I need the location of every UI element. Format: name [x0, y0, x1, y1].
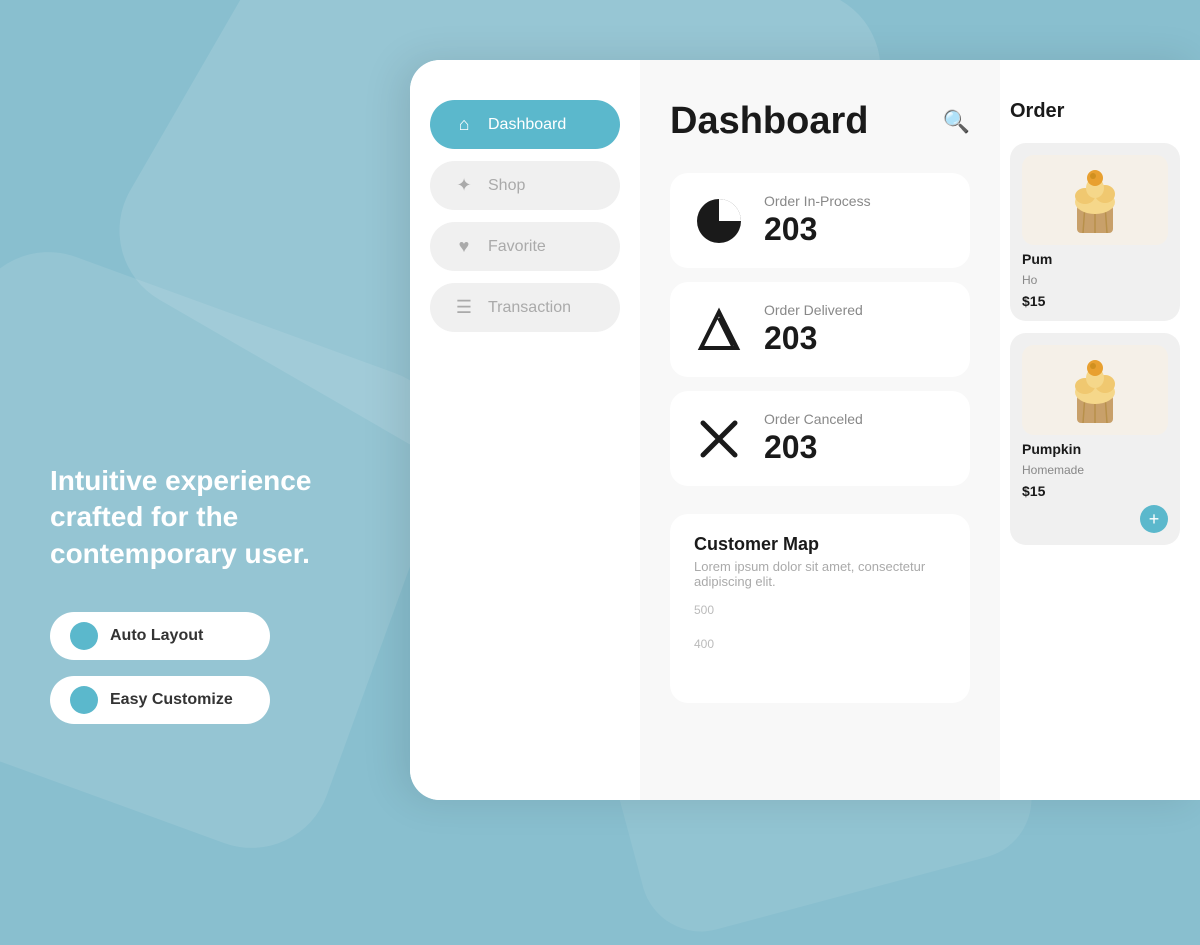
stat-info-delivered: Order Delivered 203	[764, 302, 863, 357]
sidebar-item-favorite[interactable]: ♥ Favorite	[430, 222, 620, 271]
home-icon: ⌂	[452, 114, 476, 135]
stat-value-delivered: 203	[764, 320, 863, 357]
product-card-2: Pumpkin Homemade $15 +	[1010, 333, 1180, 545]
customer-map-section: Customer Map Lorem ipsum dolor sit amet,…	[670, 514, 970, 703]
stat-info-in-process: Order In-Process 203	[764, 193, 871, 248]
chart-labels: 500 400	[694, 603, 714, 651]
in-process-icon	[694, 196, 744, 246]
add-to-cart-button-2[interactable]: +	[1140, 505, 1168, 533]
auto-layout-label: Auto Layout	[110, 627, 203, 645]
product-price-2: $15	[1022, 483, 1168, 499]
cupcake-svg-1	[1055, 160, 1135, 240]
auto-layout-pill[interactable]: Auto Layout	[50, 612, 270, 660]
delivered-icon	[694, 305, 744, 355]
stat-card-delivered: Order Delivered 203	[670, 282, 970, 377]
stat-label-delivered: Order Delivered	[764, 302, 863, 318]
stat-card-canceled: Order Canceled 203	[670, 391, 970, 486]
sidebar-item-dashboard[interactable]: ⌂ Dashboard	[430, 100, 620, 149]
heart-icon: ♥	[452, 236, 476, 257]
product-subtitle-2: Homemade	[1022, 463, 1168, 477]
tagline: Intuitive experience crafted for the con…	[50, 463, 380, 572]
chart-area: 500 400	[694, 603, 946, 683]
stat-info-canceled: Order Canceled 203	[764, 411, 863, 466]
sidebar-item-shop[interactable]: ✦ Shop	[430, 161, 620, 210]
stat-value-in-process: 203	[764, 211, 871, 248]
easy-customize-dot	[70, 686, 98, 714]
transaction-icon: ☰	[452, 297, 476, 318]
easy-customize-pill[interactable]: Easy Customize	[50, 676, 270, 724]
product-price-1: $15	[1022, 293, 1168, 309]
chart-label-500: 500	[694, 603, 714, 617]
stats-grid: Order In-Process 203 Order Delivered 203	[670, 173, 970, 486]
sidebar-label-shop: Shop	[488, 177, 525, 195]
sidebar-label-transaction: Transaction	[488, 299, 571, 317]
sidebar-item-transaction[interactable]: ☰ Transaction	[430, 283, 620, 332]
shop-icon: ✦	[452, 175, 476, 196]
customer-map-desc: Lorem ipsum dolor sit amet, consectetur …	[694, 559, 946, 589]
sidebar-label-dashboard: Dashboard	[488, 116, 566, 134]
app-panel: ⌂ Dashboard ✦ Shop ♥ Favorite ☰ Transact…	[410, 60, 1200, 800]
products-section-title: Order	[1010, 100, 1180, 123]
stat-value-canceled: 203	[764, 429, 863, 466]
canceled-icon	[694, 414, 744, 464]
product-name-2: Pumpkin	[1022, 441, 1168, 457]
cupcake-svg-2	[1055, 350, 1135, 430]
sidebar-label-favorite: Favorite	[488, 238, 546, 256]
stat-label-canceled: Order Canceled	[764, 411, 863, 427]
product-image-1	[1022, 155, 1168, 245]
main-content: Dashboard 🔍 Order In-Process 203	[640, 60, 1000, 800]
stat-card-in-process: Order In-Process 203	[670, 173, 970, 268]
search-icon[interactable]: 🔍	[943, 109, 970, 135]
product-image-2	[1022, 345, 1168, 435]
right-panel: Order	[1000, 60, 1200, 800]
page-title: Dashboard	[670, 100, 868, 143]
header-row: Dashboard 🔍	[670, 100, 970, 143]
left-panel: Intuitive experience crafted for the con…	[0, 0, 430, 800]
chart-label-400: 400	[694, 637, 714, 651]
product-card-1: Pum Ho $15	[1010, 143, 1180, 321]
sidebar: ⌂ Dashboard ✦ Shop ♥ Favorite ☰ Transact…	[410, 60, 640, 800]
product-subtitle-1: Ho	[1022, 273, 1168, 287]
stat-label-in-process: Order In-Process	[764, 193, 871, 209]
product-name-1: Pum	[1022, 251, 1168, 267]
customer-map-title: Customer Map	[694, 534, 946, 555]
auto-layout-dot	[70, 622, 98, 650]
easy-customize-label: Easy Customize	[110, 691, 233, 709]
